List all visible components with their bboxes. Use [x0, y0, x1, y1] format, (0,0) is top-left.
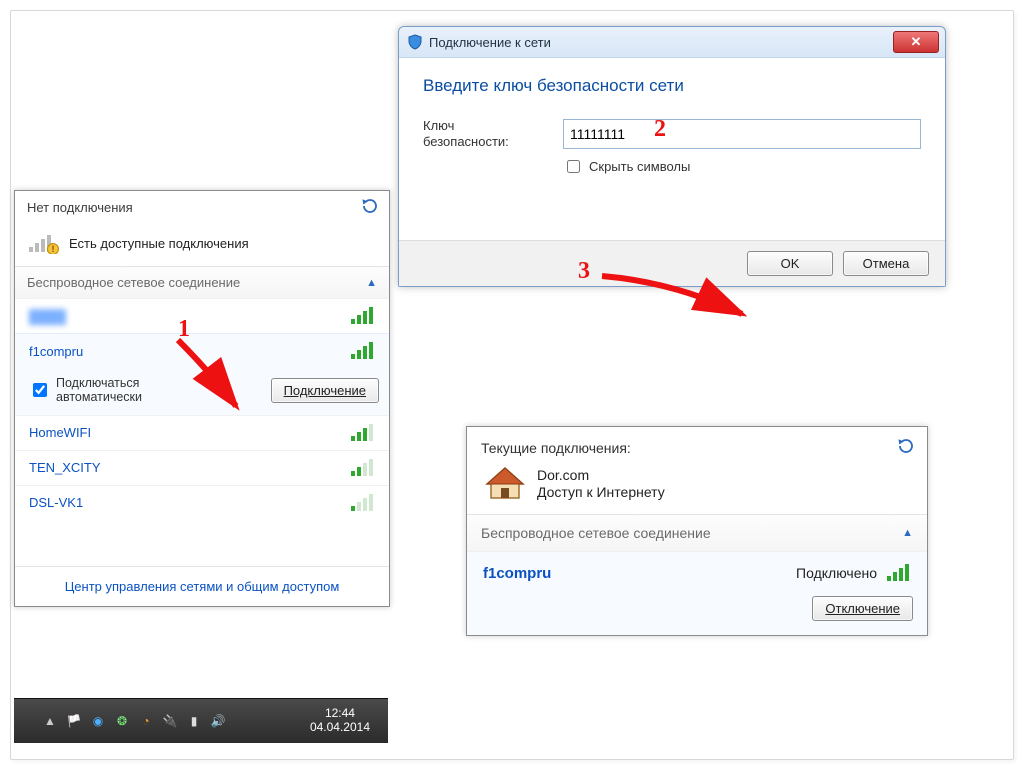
network-name: HomeWIFI: [29, 425, 91, 440]
network-item-f1compru[interactable]: f1compru: [15, 333, 389, 368]
connect-button[interactable]: Подключение: [271, 378, 379, 403]
network-item-tenxcity[interactable]: TEN_XCITY: [15, 450, 389, 485]
auto-connect-label: Подключаться автоматически: [56, 376, 142, 405]
network-name: f1compru: [29, 344, 83, 359]
current-network-name: Dor.com: [537, 467, 665, 485]
network-center-link[interactable]: Центр управления сетями и общим доступом: [65, 579, 340, 594]
network-name: DSL-VK1: [29, 495, 83, 510]
refresh-icon[interactable]: [897, 437, 915, 458]
connected-status: Подключено: [796, 565, 877, 581]
wifi-flyout-panel: Нет подключения ! Есть доступные подключ…: [14, 190, 390, 607]
hide-chars-label: Скрыть символы: [589, 159, 690, 174]
wifi-header-text: Нет подключения: [27, 200, 133, 215]
connected-panel: Текущие подключения: Dor.com Доступ к Ин…: [466, 426, 928, 636]
tray-flag-icon[interactable]: 🏳️: [66, 713, 82, 729]
dialog-footer: OK Отмена: [399, 240, 945, 286]
tray-volume-icon[interactable]: 🔊: [210, 713, 226, 729]
signal-icon: [887, 564, 913, 582]
security-key-input[interactable]: [563, 119, 921, 149]
signal-icon: [351, 494, 377, 512]
house-icon: [485, 466, 525, 502]
taskbar: ▲ 🏳️ ◉ ❂ ◔ 🔌 ▮ 🔊 12:44 04.04.2014: [14, 698, 388, 743]
connected-header-text: Текущие подключения:: [481, 440, 631, 456]
signal-warning-icon: !: [29, 232, 59, 254]
network-item-hidden[interactable]: ████: [15, 298, 389, 333]
connected-footer: Отключение: [467, 590, 927, 635]
hide-chars-checkbox[interactable]: Скрыть символы: [563, 157, 921, 176]
network-name: TEN_XCITY: [29, 460, 101, 475]
auto-connect-input[interactable]: [33, 383, 47, 397]
ok-button[interactable]: OK: [747, 251, 833, 276]
network-item-homewifi[interactable]: HomeWIFI: [15, 415, 389, 450]
wireless-section-title: Беспроводное сетевое соединение: [27, 275, 240, 290]
signal-icon: [351, 424, 377, 442]
refresh-icon[interactable]: [361, 197, 379, 218]
tray-network-icon[interactable]: ▮: [186, 713, 202, 729]
disconnect-button[interactable]: Отключение: [812, 596, 913, 621]
hide-chars-input[interactable]: [567, 160, 580, 173]
dialog-title: Подключение к сети: [429, 35, 893, 50]
network-name: ████: [29, 309, 66, 324]
signal-icon: [351, 459, 377, 477]
wifi-status-text: Есть доступные подключения: [69, 236, 249, 251]
cancel-button[interactable]: Отмена: [843, 251, 929, 276]
signal-icon: [351, 342, 377, 360]
shield-icon: [407, 34, 423, 50]
current-network-row: Dor.com Доступ к Интернету: [467, 460, 927, 514]
current-network-info: Dor.com Доступ к Интернету: [537, 467, 665, 502]
connect-dialog: Подключение к сети ✕ Введите ключ безопа…: [398, 26, 946, 287]
connected-network-name: f1compru: [483, 565, 551, 582]
tray-globe-icon[interactable]: ❂: [114, 713, 130, 729]
clock-date: 04.04.2014: [310, 721, 370, 735]
taskbar-clock[interactable]: 12:44 04.04.2014: [310, 707, 388, 735]
dialog-body: Введите ключ безопасности сети Ключ безо…: [399, 58, 945, 240]
key-form-row: Ключ безопасности:: [423, 118, 921, 149]
wifi-footer: Центр управления сетями и общим доступом: [15, 566, 389, 606]
conn-section-header[interactable]: Беспроводное сетевое соединение ▲: [467, 514, 927, 551]
connected-network-item[interactable]: f1compru Подключено: [467, 551, 927, 590]
chevron-up-icon: ▲: [366, 277, 377, 289]
signal-icon: [351, 307, 377, 325]
current-network-status: Доступ к Интернету: [537, 484, 665, 502]
tray-up-icon[interactable]: ▲: [42, 713, 58, 729]
dialog-heading: Введите ключ безопасности сети: [423, 76, 921, 96]
conn-section-title: Беспроводное сетевое соединение: [481, 525, 711, 541]
wifi-status-row: ! Есть доступные подключения: [15, 224, 389, 266]
auto-connect-checkbox[interactable]: Подключаться автоматически: [29, 376, 142, 405]
tray-icons: ▲ 🏳️ ◉ ❂ ◔ 🔌 ▮ 🔊: [14, 713, 226, 729]
connected-panel-header: Текущие подключения:: [467, 427, 927, 460]
dialog-titlebar[interactable]: Подключение к сети ✕: [399, 27, 945, 58]
network-list: ████ f1compru Подключаться автоматически…: [15, 298, 389, 520]
chevron-up-icon: ▲: [902, 527, 913, 539]
annotation-1: 1: [178, 316, 190, 343]
network-item-dslvk1[interactable]: DSL-VK1: [15, 485, 389, 520]
annotation-3: 3: [578, 258, 590, 285]
tray-orange-icon[interactable]: ◔: [138, 713, 154, 729]
annotation-2: 2: [654, 116, 666, 143]
wifi-panel-header: Нет подключения: [15, 191, 389, 224]
clock-time: 12:44: [310, 707, 370, 721]
wireless-section-header[interactable]: Беспроводное сетевое соединение ▲: [15, 266, 389, 298]
tray-plug-icon[interactable]: 🔌: [162, 713, 178, 729]
tray-shield-icon[interactable]: ◉: [90, 713, 106, 729]
connect-row: Подключаться автоматически Подключение: [15, 368, 389, 415]
close-button[interactable]: ✕: [893, 31, 939, 53]
key-label: Ключ безопасности:: [423, 118, 563, 149]
svg-text:!: !: [52, 244, 55, 254]
